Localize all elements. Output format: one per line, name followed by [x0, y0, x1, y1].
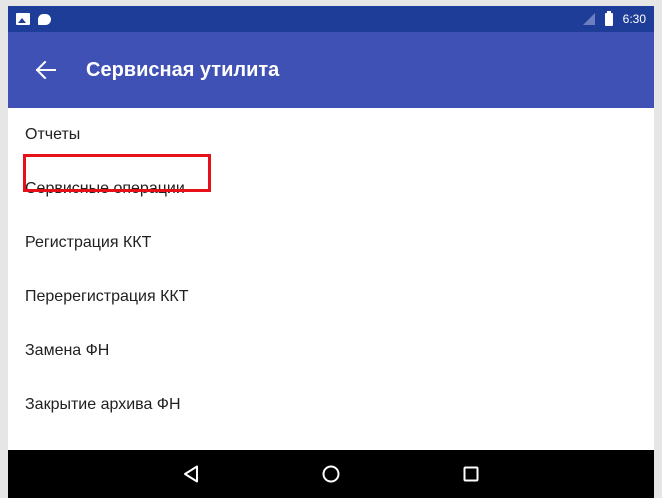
nav-back-button[interactable] — [121, 450, 261, 498]
home-circle-icon — [322, 465, 340, 483]
nav-home-button[interactable] — [261, 450, 401, 498]
image-icon — [16, 13, 30, 25]
back-triangle-icon — [184, 465, 198, 483]
menu-item-fn-archive-closing[interactable]: Закрытие архива ФН — [8, 378, 654, 432]
status-right-icons: 6:30 — [582, 10, 646, 26]
service-menu: Отчеты Сервисные операции Регистрация КК… — [8, 108, 654, 432]
menu-item-label: Перерегистрация ККТ — [25, 288, 189, 305]
menu-item-kkt-reregistration[interactable]: Перерегистрация ККТ — [8, 270, 654, 324]
battery-icon — [604, 10, 613, 26]
status-bar: 6:30 — [8, 6, 654, 32]
chat-icon — [38, 13, 51, 25]
menu-item-label: Отчеты — [25, 126, 81, 143]
menu-item-label: Сервисные операции — [25, 180, 185, 197]
status-time: 6:30 — [622, 12, 646, 26]
signal-icon — [582, 13, 595, 25]
menu-item-reports[interactable]: Отчеты — [8, 108, 654, 162]
menu-item-kkt-registration[interactable]: Регистрация ККТ — [8, 216, 654, 270]
arrow-left-icon — [36, 61, 56, 79]
navigation-bar — [8, 450, 654, 498]
status-left-icons — [16, 13, 51, 25]
menu-item-fn-replacement[interactable]: Замена ФН — [8, 324, 654, 378]
page-title: Сервисная утилита — [86, 58, 280, 81]
menu-item-service-operations[interactable]: Сервисные операции — [8, 162, 654, 216]
menu-item-label: Замена ФН — [25, 342, 110, 359]
app-bar: Сервисная утилита — [8, 32, 654, 108]
menu-item-label: Закрытие архива ФН — [25, 396, 181, 413]
android-screen: 6:30 Сервисная утилита Отчеты Сервисные … — [0, 0, 662, 498]
back-button[interactable] — [18, 42, 74, 98]
nav-recent-apps-button[interactable] — [401, 450, 541, 498]
menu-item-label: Регистрация ККТ — [25, 234, 152, 251]
recent-apps-square-icon — [463, 466, 479, 482]
